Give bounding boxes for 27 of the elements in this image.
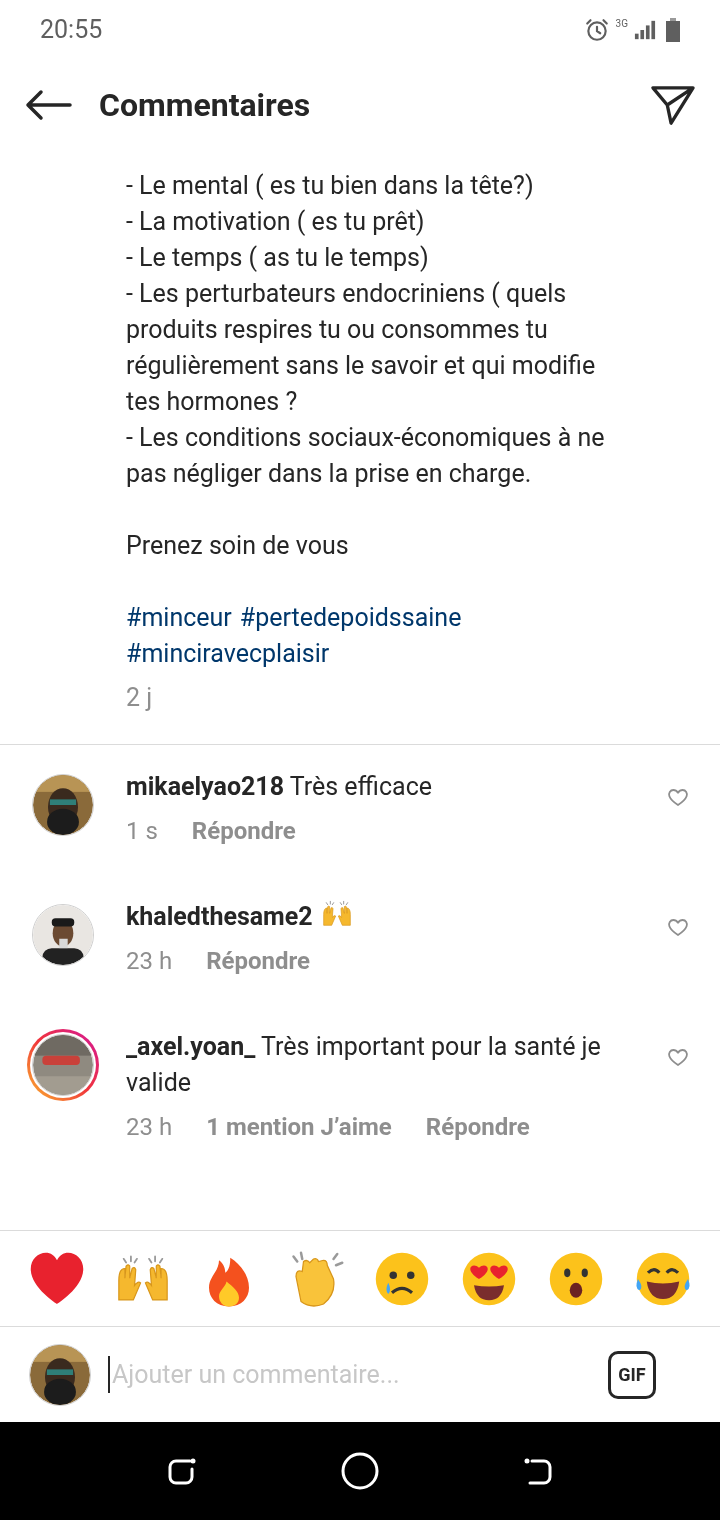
send-icon[interactable] bbox=[650, 84, 696, 126]
battery-icon bbox=[666, 18, 680, 42]
caption-time: 2 j bbox=[126, 682, 154, 714]
hashtag-link[interactable]: #pertedepoidssaine bbox=[239, 600, 462, 636]
hashtag-link[interactable]: #minciravecplaisir bbox=[126, 636, 330, 672]
alarm-icon bbox=[583, 17, 610, 43]
comment-time: 1 s bbox=[126, 816, 158, 847]
hashtag-link[interactable]: #minceur bbox=[126, 600, 232, 636]
caption-line: - Le mental ( es tu bien dans la tête?) bbox=[126, 170, 535, 202]
comment-text: mikaelyao218 Très efficace bbox=[126, 771, 433, 803]
back-arrow-icon[interactable] bbox=[24, 89, 72, 121]
caption-line: Prenez soin de vous bbox=[126, 530, 350, 562]
comment-text: khaledthesame2 bbox=[126, 899, 646, 935]
page-title: Commentaires bbox=[99, 85, 312, 126]
gif-button[interactable]: GIF bbox=[608, 1350, 656, 1399]
network-type: 3G bbox=[615, 19, 628, 29]
caption-line: - Le temps ( as tu le temps) bbox=[126, 242, 430, 274]
comment-time: 23 h bbox=[126, 946, 173, 977]
signal-icon bbox=[634, 18, 656, 42]
home-icon[interactable] bbox=[340, 1451, 380, 1491]
caption-line: - Les conditions sociaux-économiques à ne pas négliger dans la prise en charge. bbox=[126, 422, 606, 490]
status-time: 20:55 bbox=[40, 14, 103, 47]
comment-input[interactable]: Ajouter un commentaire... bbox=[108, 1355, 608, 1394]
comment-text: _axel.yoan_ Très important pour la santé je valide bbox=[126, 1031, 602, 1099]
caption-line: - La motivation ( es tu prêt) bbox=[126, 206, 426, 238]
caption-line: - Les perturbateurs endocriniens ( quels produits respires tu ou consommes tu régulièrement sans le savoir et qui modifie tes hormones ? bbox=[126, 278, 597, 418]
comment-time: 23 h bbox=[126, 1112, 173, 1143]
